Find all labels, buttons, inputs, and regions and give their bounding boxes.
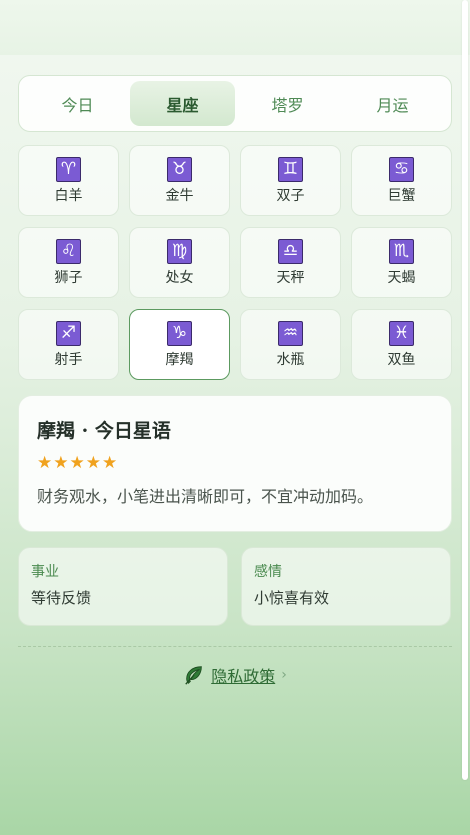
sign-sagittarius[interactable]: ♐ 射手 [18,309,119,380]
sign-label: 双鱼 [387,351,416,368]
sign-gemini[interactable]: ♊ 双子 [240,145,341,216]
sign-label: 巨蟹 [387,187,416,204]
sign-label: 天秤 [276,269,305,286]
sign-label: 金牛 [165,187,194,204]
love-label: 感情 [254,564,282,580]
sign-label: 射手 [54,351,83,368]
horoscope-detail-card: 摩羯 · 今日星语 ★★★★★ 财务观水，小笔进出清晰即可，不宜冲动加码。 [18,395,452,532]
sign-taurus[interactable]: ♉ 金牛 [129,145,230,216]
career-label: 事业 [31,564,59,580]
aries-icon: ♈ [56,156,81,182]
sign-label: 摩羯 [165,351,194,368]
tab-tarot[interactable]: 塔罗 [235,81,340,126]
taurus-icon: ♉ [167,156,192,182]
sagittarius-icon: ♐ [56,320,81,346]
sign-virgo[interactable]: ♍ 处女 [129,227,230,298]
chevron-right-icon: › [281,667,287,683]
zodiac-grid: ♈ 白羊 ♉ 金牛 ♊ 双子 ♋ 巨蟹 ♌ 狮子 ♍ 处女 ♎ 天秤 ♏ 天蝎 … [18,145,452,380]
tab-bar: 今日 星座 塔罗 月运 [18,75,452,132]
career-value: 等待反馈 [31,589,92,607]
sign-label: 处女 [165,269,194,286]
privacy-footer: 隐私政策 › [0,660,470,690]
sign-capricorn[interactable]: ♑ 摩羯 [129,309,230,380]
tab-monthly[interactable]: 月运 [340,81,445,126]
privacy-policy-link[interactable]: 隐私政策 [211,663,275,687]
capricorn-icon: ♑ [167,320,192,346]
sign-label: 天蝎 [387,269,416,286]
love-value: 小惊喜有效 [254,589,330,607]
sign-pisces[interactable]: ♓ 双鱼 [351,309,452,380]
sign-aries[interactable]: ♈ 白羊 [18,145,119,216]
libra-icon: ♎ [278,238,303,264]
daily-message: 财务观水，小笔进出清晰即可，不宜冲动加码。 [37,487,374,506]
detail-title: 摩羯 · 今日星语 [37,420,171,442]
love-card: 感情 小惊喜有效 [241,547,451,626]
aquarius-icon: ♒ [278,320,303,346]
cancer-icon: ♋ [389,156,414,182]
virgo-icon: ♍ [167,238,192,264]
sign-label: 水瓶 [276,351,305,368]
tab-today[interactable]: 今日 [25,81,130,126]
tab-zodiac[interactable]: 星座 [130,81,235,126]
sign-libra[interactable]: ♎ 天秤 [240,227,341,298]
sign-label: 白羊 [54,187,83,204]
sign-cancer[interactable]: ♋ 巨蟹 [351,145,452,216]
scorpio-icon: ♏ [389,238,414,264]
sign-label: 双子 [276,187,305,204]
star-rating: ★★★★★ [37,453,119,473]
sign-leo[interactable]: ♌ 狮子 [18,227,119,298]
leo-icon: ♌ [56,238,81,264]
leaf-icon [185,666,202,685]
top-header-band [0,0,470,55]
dashed-divider [18,646,452,647]
pisces-icon: ♓ [389,320,414,346]
gemini-icon: ♊ [278,156,303,182]
sign-aquarius[interactable]: ♒ 水瓶 [240,309,341,380]
sign-label: 狮子 [54,269,83,286]
career-card: 事业 等待反馈 [18,547,228,626]
sign-scorpio[interactable]: ♏ 天蝎 [351,227,452,298]
